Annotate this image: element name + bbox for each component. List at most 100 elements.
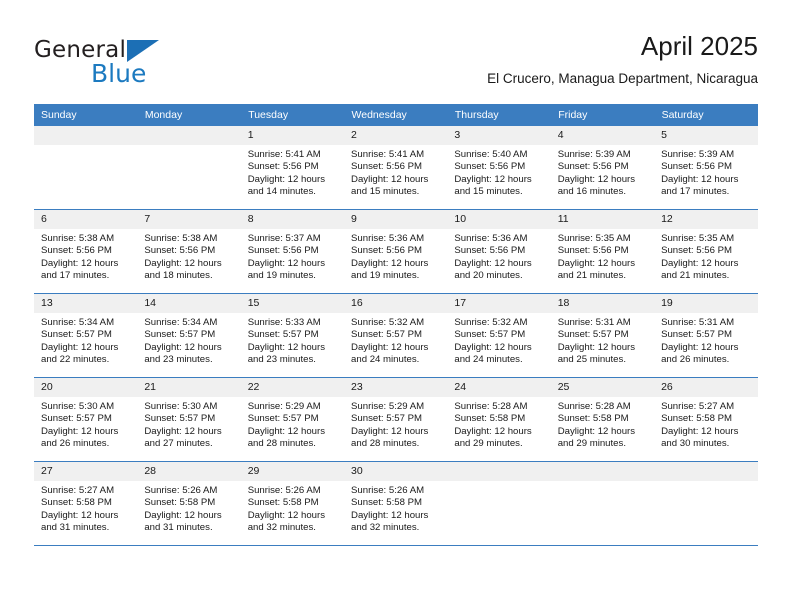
day-sunset-text: Sunset: 5:57 PM	[351, 329, 422, 341]
day-sunrise-text: Sunrise: 5:29 AM	[247, 401, 321, 412]
day-sunset-text: Sunset: 5:57 PM	[454, 329, 526, 341]
calendar-day-cell[interactable]: 14 Sunrise: 5:34 AM Sunset: 5:57 PM Dayligh…	[137, 293, 241, 378]
day-daylight-line2-text: and 24 minutes.	[454, 354, 523, 366]
calendar-day-cell[interactable]: 30 Sunrise: 5:26 AM Sunset: 5:58 PM Dayligh…	[344, 461, 448, 546]
day-daylight-line1-text: Daylight: 12 hours	[41, 257, 119, 269]
calendar-day-cell[interactable]: 13 Sunrise: 5:34 AM Sunset: 5:57 PM Dayligh…	[34, 293, 138, 378]
day-sunrise-text: Sunrise: 5:35 AM	[557, 233, 631, 244]
day-sunrise-text: Sunrise: 5:33 AM	[247, 317, 321, 328]
day-details: Sunrise: 5:31 AM Sunset: 5:57 PM Daylight:…	[654, 313, 757, 367]
day-number: 30	[344, 462, 448, 481]
day-daylight-line2-text: and 20 minutes.	[454, 270, 523, 282]
day-number: 5	[654, 126, 758, 145]
day-cell-inner: 14 Sunrise: 5:34 AM Sunset: 5:57 PM Dayligh…	[137, 294, 241, 377]
day-number: 27	[34, 462, 138, 481]
calendar-day-cell[interactable]: 23 Sunrise: 5:29 AM Sunset: 5:57 PM Dayligh…	[344, 377, 448, 462]
calendar-day-cell[interactable]: 27 Sunrise: 5:27 AM Sunset: 5:58 PM Dayligh…	[34, 461, 138, 546]
calendar-day-cell[interactable]: 2 Sunrise: 5:41 AM Sunset: 5:56 PM Daylight…	[344, 126, 448, 210]
day-details: Sunrise: 5:27 AM Sunset: 5:58 PM Daylight:…	[34, 481, 137, 535]
day-daylight-line1-text: Daylight: 12 hours	[557, 173, 636, 185]
calendar-page: General Blue April 2025 El Crucero, Mana…	[0, 0, 792, 612]
day-details: Sunrise: 5:29 AM Sunset: 5:57 PM Daylight:…	[241, 397, 344, 451]
calendar-day-cell[interactable]: 28 Sunrise: 5:26 AM Sunset: 5:58 PM Dayligh…	[137, 461, 241, 546]
calendar-day-cell[interactable]: 11 Sunrise: 5:35 AM Sunset: 5:56 PM Dayligh…	[550, 209, 655, 294]
day-details: Sunrise: 5:34 AM Sunset: 5:57 PM Daylight:…	[34, 313, 137, 367]
general-blue-logo[interactable]: General Blue	[34, 38, 214, 90]
day-daylight-line2-text: and 30 minutes.	[661, 438, 730, 450]
day-number: 14	[137, 294, 241, 313]
day-sunrise-text: Sunrise: 5:30 AM	[41, 401, 115, 412]
weekday-header-monday: Monday	[137, 104, 242, 126]
day-sunrise-text: Sunrise: 5:27 AM	[661, 401, 735, 412]
day-daylight-line1-text: Daylight: 12 hours	[661, 173, 739, 185]
day-sunrise-text: Sunrise: 5:29 AM	[351, 401, 425, 412]
calendar-day-cell[interactable]: 20 Sunrise: 5:30 AM Sunset: 5:57 PM Dayligh…	[34, 377, 138, 462]
day-daylight-line1-text: Daylight: 12 hours	[557, 425, 636, 437]
calendar-week-row: 6 Sunrise: 5:38 AM Sunset: 5:56 PM Daylight…	[34, 209, 758, 294]
day-cell-inner: 2 Sunrise: 5:41 AM Sunset: 5:56 PM Daylight…	[344, 126, 448, 209]
day-number: 28	[137, 462, 241, 481]
day-cell-inner	[34, 126, 138, 209]
day-cell-inner: 23 Sunrise: 5:29 AM Sunset: 5:57 PM Dayligh…	[344, 378, 448, 461]
day-details: Sunrise: 5:26 AM Sunset: 5:58 PM Daylight:…	[344, 481, 447, 535]
day-daylight-line1-text: Daylight: 12 hours	[41, 341, 119, 353]
calendar-day-cell-empty	[34, 126, 138, 210]
day-sunset-text: Sunset: 5:57 PM	[661, 329, 732, 341]
calendar-day-cell[interactable]: 9 Sunrise: 5:36 AM Sunset: 5:56 PM Daylight…	[344, 209, 448, 294]
calendar-day-cell[interactable]: 3 Sunrise: 5:40 AM Sunset: 5:56 PM Daylight…	[447, 126, 551, 210]
day-sunset-text: Sunset: 5:57 PM	[351, 413, 422, 425]
day-sunrise-text: Sunrise: 5:38 AM	[144, 233, 218, 244]
calendar-day-cell[interactable]: 15 Sunrise: 5:33 AM Sunset: 5:57 PM Dayligh…	[240, 293, 345, 378]
day-daylight-line2-text: and 26 minutes.	[661, 354, 730, 366]
calendar-day-cell[interactable]: 8 Sunrise: 5:37 AM Sunset: 5:56 PM Daylight…	[240, 209, 345, 294]
calendar-day-cell[interactable]: 26 Sunrise: 5:27 AM Sunset: 5:58 PM Dayligh…	[654, 377, 758, 462]
day-daylight-line2-text: and 25 minutes.	[557, 354, 626, 366]
calendar-day-cell[interactable]: 5 Sunrise: 5:39 AM Sunset: 5:56 PM Daylight…	[654, 126, 758, 210]
day-number: 8	[240, 210, 345, 229]
calendar-day-cell[interactable]: 25 Sunrise: 5:28 AM Sunset: 5:58 PM Dayligh…	[550, 377, 655, 462]
day-details: Sunrise: 5:35 AM Sunset: 5:56 PM Daylight:…	[551, 229, 654, 283]
weekday-header-wednesday: Wednesday	[344, 104, 448, 126]
day-cell-inner: 24 Sunrise: 5:28 AM Sunset: 5:58 PM Dayligh…	[447, 378, 551, 461]
day-daylight-line2-text: and 17 minutes.	[661, 186, 730, 198]
day-sunrise-text: Sunrise: 5:34 AM	[144, 317, 218, 328]
day-cell-inner: 7 Sunrise: 5:38 AM Sunset: 5:56 PM Daylight…	[137, 210, 241, 293]
calendar-day-cell[interactable]: 22 Sunrise: 5:29 AM Sunset: 5:57 PM Dayligh…	[240, 377, 345, 462]
calendar-day-cell-empty	[447, 461, 551, 546]
page-title: April 2025	[640, 31, 758, 61]
logo-text-blue: Blue	[91, 59, 147, 88]
calendar-day-cell[interactable]: 7 Sunrise: 5:38 AM Sunset: 5:56 PM Daylight…	[137, 209, 241, 294]
day-cell-inner: 9 Sunrise: 5:36 AM Sunset: 5:56 PM Daylight…	[344, 210, 448, 293]
day-number: 1	[240, 126, 345, 145]
calendar-day-cell[interactable]: 6 Sunrise: 5:38 AM Sunset: 5:56 PM Daylight…	[34, 209, 138, 294]
day-sunset-text: Sunset: 5:56 PM	[454, 161, 526, 173]
calendar-day-cell[interactable]: 12 Sunrise: 5:35 AM Sunset: 5:56 PM Dayligh…	[654, 209, 758, 294]
calendar-week-row: 1 Sunrise: 5:41 AM Sunset: 5:56 PM Daylight…	[34, 126, 758, 210]
day-sunrise-text: Sunrise: 5:38 AM	[41, 233, 115, 244]
calendar-day-cell[interactable]: 10 Sunrise: 5:36 AM Sunset: 5:56 PM Dayligh…	[447, 209, 551, 294]
calendar-day-cell[interactable]: 24 Sunrise: 5:28 AM Sunset: 5:58 PM Dayligh…	[447, 377, 551, 462]
calendar-day-cell[interactable]: 21 Sunrise: 5:30 AM Sunset: 5:57 PM Dayligh…	[137, 377, 241, 462]
day-daylight-line2-text: and 32 minutes.	[351, 522, 420, 534]
calendar-day-cell[interactable]: 1 Sunrise: 5:41 AM Sunset: 5:56 PM Daylight…	[240, 126, 345, 210]
day-details: Sunrise: 5:28 AM Sunset: 5:58 PM Daylight:…	[447, 397, 550, 451]
day-cell-inner: 3 Sunrise: 5:40 AM Sunset: 5:56 PM Daylight…	[447, 126, 551, 209]
day-sunset-text: Sunset: 5:58 PM	[247, 497, 319, 509]
calendar-day-cell[interactable]: 16 Sunrise: 5:32 AM Sunset: 5:57 PM Dayligh…	[344, 293, 448, 378]
calendar-day-cell[interactable]: 19 Sunrise: 5:31 AM Sunset: 5:57 PM Dayligh…	[654, 293, 758, 378]
day-daylight-line1-text: Daylight: 12 hours	[144, 509, 222, 521]
day-sunrise-text: Sunrise: 5:27 AM	[41, 485, 115, 496]
day-details: Sunrise: 5:28 AM Sunset: 5:58 PM Daylight:…	[551, 397, 654, 451]
calendar-day-cell[interactable]: 4 Sunrise: 5:39 AM Sunset: 5:56 PM Daylight…	[550, 126, 655, 210]
weekday-header-tuesday: Tuesday	[240, 104, 345, 126]
day-number: 10	[447, 210, 551, 229]
calendar-day-cell[interactable]: 17 Sunrise: 5:32 AM Sunset: 5:57 PM Dayligh…	[447, 293, 551, 378]
calendar-day-cell[interactable]: 29 Sunrise: 5:26 AM Sunset: 5:58 PM Dayligh…	[240, 461, 345, 546]
calendar-day-cell-empty	[137, 126, 241, 210]
day-daylight-line2-text: and 31 minutes.	[144, 522, 213, 534]
calendar-day-cell[interactable]: 18 Sunrise: 5:31 AM Sunset: 5:57 PM Dayligh…	[550, 293, 655, 378]
day-daylight-line1-text: Daylight: 12 hours	[454, 257, 532, 269]
day-cell-inner: 29 Sunrise: 5:26 AM Sunset: 5:58 PM Dayligh…	[240, 462, 345, 545]
day-details: Sunrise: 5:34 AM Sunset: 5:57 PM Daylight:…	[137, 313, 240, 367]
day-daylight-line2-text: and 15 minutes.	[351, 186, 420, 198]
